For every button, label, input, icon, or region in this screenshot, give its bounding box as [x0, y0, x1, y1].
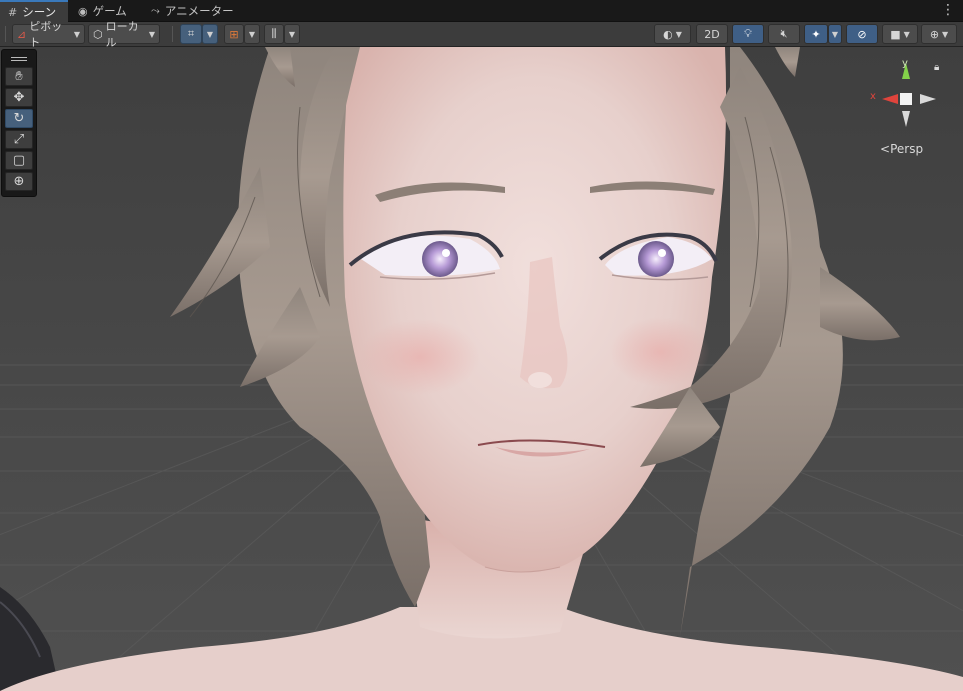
rotate-tool-button[interactable]: ↻ [5, 109, 33, 128]
gizmo-neg-x-axis[interactable] [920, 94, 936, 104]
scale-icon: ⤢ [13, 132, 25, 147]
transform-icon: ⊕ [13, 174, 25, 189]
perspective-icon: < [880, 142, 891, 156]
local-dropdown[interactable]: ⬡ ローカル ▼ [88, 20, 160, 49]
rect-tool-button[interactable]: ▢ [5, 151, 33, 170]
projection-label: Persp [890, 142, 924, 156]
increment-snap-icon: ⊞ [229, 27, 239, 41]
gizmo-y-label: y [902, 58, 908, 69]
tool-palette: ✋︎ ✥ ↻ ⤢ ▢ ⊕ [1, 49, 37, 197]
pivot-label: ピボット [29, 20, 63, 49]
chevron-down-icon: ▼ [206, 29, 214, 39]
gamepad-icon: ◉ [78, 4, 88, 18]
gizmo-x-axis[interactable] [882, 94, 898, 104]
scene-viewport[interactable]: y x [0, 47, 963, 691]
chevron-down-icon: ▼ [73, 29, 80, 39]
toolbar-divider [5, 26, 6, 42]
chevron-down-icon: ▼ [248, 29, 256, 39]
draw-mode-dropdown[interactable]: ◐ ▼ [654, 24, 691, 44]
lighting-toggle[interactable]: 💡︎ [732, 24, 764, 44]
move-icon: ✥ [13, 90, 25, 105]
audio-muted-icon: 🔇︎ [780, 27, 788, 40]
transform-tool-button[interactable]: ⊕ [5, 172, 33, 191]
animator-icon: ⤳ [151, 4, 160, 17]
effects-toggle[interactable]: ✦ [804, 24, 828, 44]
rect-icon: ▢ [12, 153, 26, 168]
hidden-objects-toggle[interactable]: ⊘ [846, 24, 878, 44]
audio-toggle[interactable]: 🔇︎ [768, 24, 800, 44]
orientation-gizmo[interactable] [866, 59, 956, 139]
gizmos-dropdown[interactable]: ⊕ ▼ [921, 24, 957, 44]
gizmo-center-cube[interactable] [900, 93, 912, 105]
grid-snap-dropdown[interactable]: ▼ [202, 24, 218, 44]
chevron-down-icon: ▼ [942, 29, 949, 39]
scale-tool-button[interactable]: ⤢ [5, 130, 33, 149]
ruler-icon: ⫼ [271, 27, 277, 40]
gizmo-neg-y-axis[interactable] [902, 111, 910, 127]
tab-animator[interactable]: ⤳ アニメーター [143, 0, 242, 22]
gizmos-icon: ⊕ [929, 27, 940, 41]
shading-mode-icon: ◐ [663, 27, 673, 41]
local-cube-icon: ⬡ [93, 27, 103, 41]
effects-dropdown[interactable]: ▼ [828, 24, 842, 44]
mode-2d-label: 2D [704, 27, 720, 41]
hand-icon: ✋︎ [15, 69, 23, 84]
hand-tool-button[interactable]: ✋︎ [5, 67, 33, 86]
increment-snap-toggle[interactable]: ⊞ [224, 24, 244, 44]
lock-icon[interactable]: 🔒︎ [934, 62, 939, 73]
chevron-down-icon: ▼ [148, 29, 155, 39]
local-label: ローカル [105, 20, 139, 49]
chevron-down-icon: ▼ [903, 29, 910, 39]
eye-slash-icon: ⊘ [857, 27, 867, 41]
tab-game-label: ゲーム [92, 4, 127, 18]
ruler-dropdown[interactable]: ▼ [284, 24, 300, 44]
mode-2d-toggle[interactable]: 2D [696, 24, 728, 44]
chevron-down-icon: ▼ [831, 29, 839, 39]
scene-render [0, 47, 963, 691]
tab-animator-label: アニメーター [164, 4, 234, 18]
effects-icon: ✦ [811, 27, 821, 41]
scene-toolbar: ⊿ ピボット ▼ ⬡ ローカル ▼ ⌗ ▼ ⊞ ▼ ⫼ ▼ ◐ ▼ 2D 💡︎ … [0, 20, 963, 49]
chevron-down-icon: ▼ [675, 29, 682, 39]
grid-snap-icon: ⌗ [187, 27, 195, 40]
toolbar-divider [172, 26, 173, 42]
chevron-down-icon: ▼ [288, 29, 296, 39]
pivot-icon: ⊿ [17, 27, 27, 41]
grid-snap-toggle[interactable]: ⌗ [180, 24, 202, 44]
palette-drag-handle[interactable] [5, 53, 33, 65]
more-options-icon[interactable]: ⋮ [941, 3, 955, 17]
projection-toggle[interactable]: <Persp [880, 142, 923, 156]
ruler-toggle[interactable]: ⫼ [264, 24, 284, 44]
move-tool-button[interactable]: ✥ [5, 88, 33, 107]
camera-dropdown[interactable]: ■ ▼ [882, 24, 918, 44]
rotate-icon: ↻ [13, 111, 25, 126]
grid-icon: # [8, 5, 18, 19]
increment-snap-dropdown[interactable]: ▼ [244, 24, 260, 44]
camera-icon: ■ [890, 27, 901, 41]
lightbulb-icon: 💡︎ [744, 27, 752, 40]
pivot-dropdown[interactable]: ⊿ ピボット ▼ [12, 20, 85, 49]
gizmo-x-label: x [870, 91, 876, 102]
